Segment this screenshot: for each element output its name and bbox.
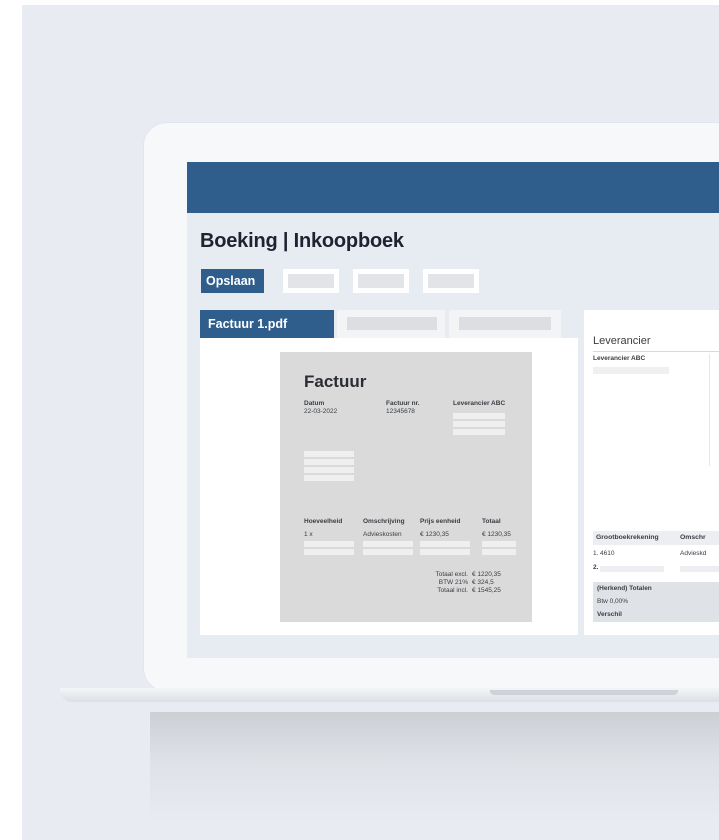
row-index: 2. — [593, 564, 599, 571]
booking-panel: Leverancier Leverancier ABC Grootboekrek… — [584, 310, 719, 635]
row-index: 1. — [593, 550, 599, 557]
line-total: € 1230,35 — [482, 531, 511, 538]
invoice-supplier: Leverancier ABC — [453, 400, 506, 407]
tab-3[interactable] — [449, 310, 561, 338]
empty-cell — [420, 549, 470, 555]
line-qty: 1 x — [304, 531, 313, 538]
empty-cell — [304, 549, 354, 555]
totals-box: (Herkend) Totalen Btw 0,00% Verschil — [593, 582, 719, 622]
toolbar-button-3[interactable] — [353, 269, 409, 293]
empty-cell — [482, 549, 516, 555]
supplier-field[interactable] — [593, 367, 669, 374]
total-incl-value: € 1545,25 — [472, 587, 501, 594]
empty-cell — [482, 541, 516, 547]
recipient-line — [304, 475, 354, 481]
ledger-column-header: Grootboekrekening — [596, 534, 659, 541]
ledger-account-field[interactable] — [600, 566, 664, 572]
vat-value: € 324,5 — [472, 579, 494, 586]
recipient-line — [304, 459, 354, 465]
invoice-title: Factuur — [304, 372, 367, 391]
column-header: Hoeveelheid — [304, 518, 343, 525]
address-line — [453, 421, 505, 427]
line-description: Advieskosten — [363, 531, 402, 538]
date-value: 22-03-2022 — [304, 408, 338, 415]
empty-cell — [304, 541, 354, 547]
supplier-name: Leverancier ABC — [593, 355, 646, 362]
row-description-field[interactable] — [680, 566, 719, 572]
laptop-base-notch — [490, 690, 678, 695]
tab-invoice-pdf[interactable]: Factuur 1.pdf — [200, 310, 334, 338]
total-excl-label: Totaal excl. — [435, 571, 468, 578]
difference-label: Verschil — [597, 611, 622, 618]
invoice-document: Factuur Datum 22-03-2022 Factuur nr. 123… — [280, 352, 532, 622]
tab-2[interactable] — [337, 310, 445, 338]
address-line — [453, 413, 505, 419]
row-description[interactable]: Advieskd — [680, 550, 706, 557]
totals-label: (Herkend) Totalen — [597, 585, 652, 592]
pdf-viewer: Factuur Datum 22-03-2022 Factuur nr. 123… — [200, 338, 578, 635]
total-incl-label: Totaal incl. — [437, 587, 468, 594]
vat-rate-label: Btw 0,00% — [597, 598, 629, 605]
column-header: Omschrijving — [363, 518, 405, 525]
divider — [709, 354, 710, 466]
app-header-bar — [187, 162, 719, 213]
ledger-table-header: Grootboekrekening Omschr — [593, 531, 719, 545]
recipient-line — [304, 467, 354, 473]
invoice-number-label: Factuur nr. — [386, 400, 420, 407]
app-screen: Boeking | Inkoopboek Opslaan Factuur 1.p… — [187, 162, 719, 658]
total-excl-value: € 1220,35 — [472, 571, 501, 578]
save-button[interactable]: Opslaan — [201, 269, 264, 293]
toolbar-button-2[interactable] — [283, 269, 339, 293]
vat-label: BTW 21% — [438, 579, 468, 586]
address-line — [453, 429, 505, 435]
page-title: Boeking | Inkoopboek — [200, 230, 404, 252]
empty-cell — [363, 541, 413, 547]
ledger-account[interactable]: 4610 — [600, 550, 614, 557]
date-label: Datum — [304, 400, 325, 407]
empty-cell — [420, 541, 470, 547]
recipient-line — [304, 451, 354, 457]
line-unit-price: € 1230,35 — [420, 531, 449, 538]
empty-cell — [363, 549, 413, 555]
supplier-section-title: Leverancier — [593, 335, 651, 347]
invoice-number-value: 12345678 — [386, 408, 415, 415]
toolbar-button-4[interactable] — [423, 269, 479, 293]
description-column-header: Omschr — [680, 534, 706, 541]
laptop-shadow — [150, 712, 719, 822]
column-header: Totaal — [482, 518, 501, 525]
column-header: Prijs eenheid — [420, 518, 461, 525]
divider — [593, 351, 719, 352]
